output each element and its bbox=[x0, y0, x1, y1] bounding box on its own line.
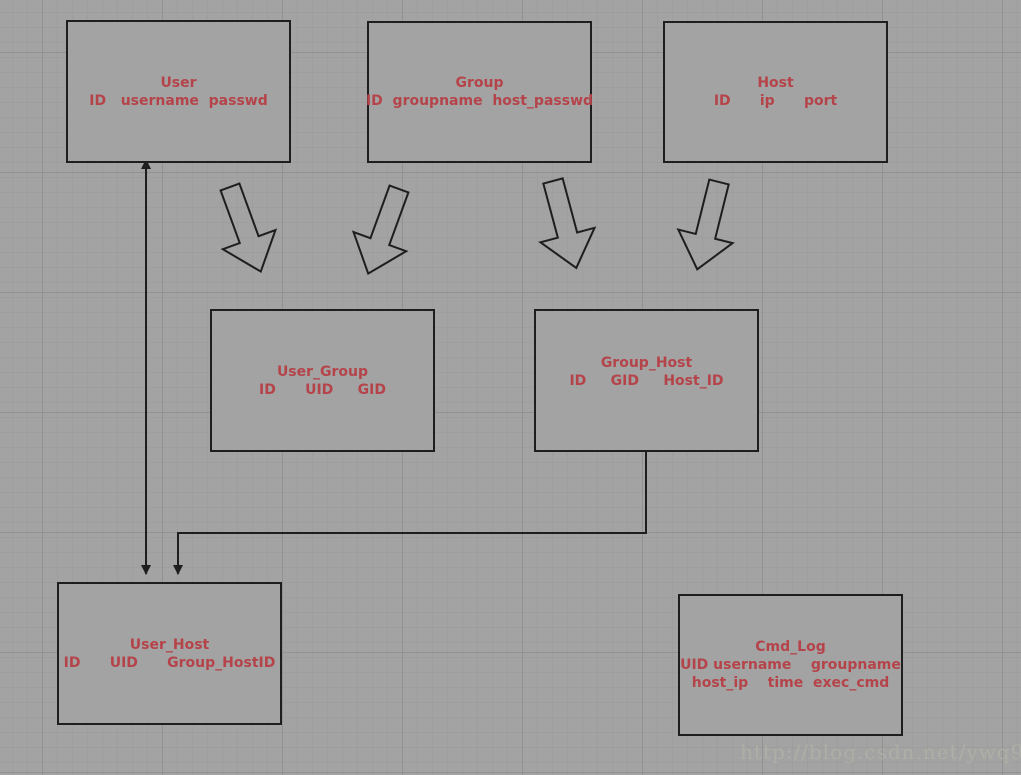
table-title: Group_Host bbox=[600, 354, 693, 371]
table-title: Cmd_Log bbox=[755, 639, 826, 655]
table-fields: UID username groupname host_ip time exec… bbox=[680, 657, 901, 691]
table-title: User_Host bbox=[129, 636, 210, 653]
watermark: http://blog.csdn.net/ywq935 bbox=[740, 740, 1021, 764]
table-host[interactable]: Host ID ip port bbox=[663, 21, 888, 163]
table-fields: ID groupname host_passwd bbox=[365, 93, 594, 109]
table-cmd-log[interactable]: Cmd_Log UID username groupname host_ip t… bbox=[678, 594, 903, 736]
table-fields: ID ip port bbox=[713, 93, 838, 109]
table-user-host[interactable]: User_Host ID UID Group_HostID bbox=[57, 582, 282, 725]
table-user-group[interactable]: User_Group ID UID GID bbox=[210, 309, 435, 452]
table-fields: ID GID Host_ID bbox=[569, 372, 724, 389]
table-fields: ID UID Group_HostID bbox=[63, 654, 276, 671]
table-title: Host bbox=[757, 75, 794, 91]
table-group-host[interactable]: Group_Host ID GID Host_ID bbox=[534, 309, 759, 452]
table-title: Group bbox=[455, 75, 504, 91]
table-title: User bbox=[160, 74, 197, 91]
table-title: User_Group bbox=[276, 363, 369, 380]
table-user[interactable]: User ID username passwd bbox=[66, 20, 291, 163]
table-fields: ID UID GID bbox=[259, 381, 386, 398]
table-group[interactable]: Group ID groupname host_passwd bbox=[365, 21, 594, 163]
table-fields: ID username passwd bbox=[89, 92, 268, 109]
